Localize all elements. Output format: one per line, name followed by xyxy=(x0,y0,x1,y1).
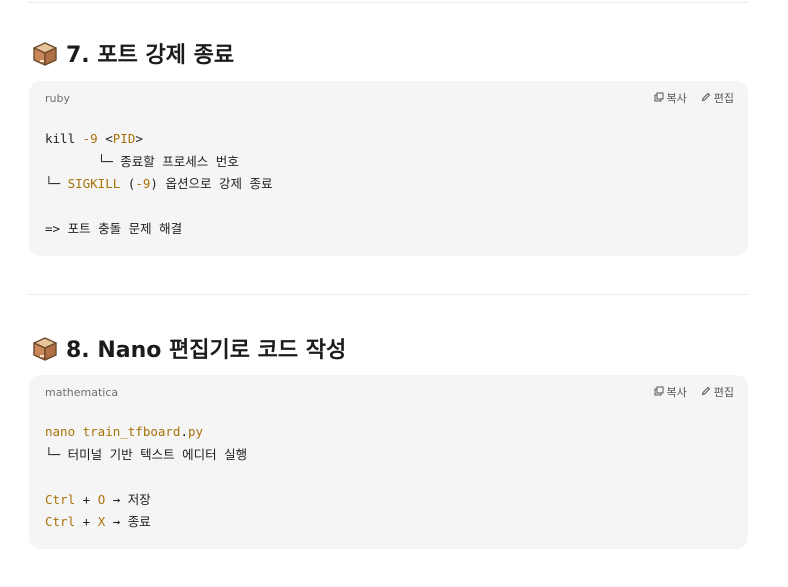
code-token: └─ xyxy=(45,176,68,191)
code-block: mathematica 복사 편집 nano train_tfboard.py └… xyxy=(29,375,748,549)
code-token: => 포트 충돌 문제 해결 xyxy=(45,221,183,236)
top-divider xyxy=(28,2,748,3)
code-actions: 복사 편집 xyxy=(654,90,734,106)
section-divider xyxy=(28,294,748,295)
code-token: Ctrl xyxy=(45,514,76,529)
code-token: ) 옵션으로 강제 종료 xyxy=(150,176,273,191)
code-token: -9 xyxy=(135,176,151,191)
edit-label: 편집 xyxy=(713,92,734,105)
code-token: + xyxy=(75,514,98,529)
package-box-icon xyxy=(31,335,58,362)
code-token: < xyxy=(97,131,113,146)
section-8-heading: 8. Nano 편집기로 코드 작성 xyxy=(31,332,346,364)
edit-button[interactable]: 편집 xyxy=(701,384,734,400)
code-token: SIGKILL xyxy=(67,176,121,191)
code-token: → 종료 xyxy=(105,514,151,529)
section-title: 7. 포트 강제 종료 xyxy=(66,43,235,68)
pencil-icon xyxy=(701,386,711,399)
code-content: nano train_tfboard.py └─ 터미널 기반 텍스트 에디터 실… xyxy=(45,421,247,534)
code-token: └─ 터미널 기반 텍스트 에디터 실행 xyxy=(45,446,248,462)
copy-button[interactable]: 복사 xyxy=(654,384,687,400)
code-actions: 복사 편집 xyxy=(654,384,734,400)
code-language-label: ruby xyxy=(45,92,70,105)
code-line: => 포트 충돌 문제 해결 xyxy=(45,218,273,241)
code-line: nano train_tfboard.py xyxy=(45,421,247,444)
pencil-icon xyxy=(701,92,711,105)
code-token: → 저장 xyxy=(105,491,151,507)
package-box-icon xyxy=(31,40,58,67)
edit-button[interactable]: 편집 xyxy=(701,90,734,106)
code-token: + xyxy=(75,491,98,507)
code-line: Ctrl + O → 저장 xyxy=(45,489,247,512)
code-line: Ctrl + X → 종료 xyxy=(45,511,247,534)
code-token: > xyxy=(135,131,143,146)
code-token: PID xyxy=(112,131,136,146)
code-token: kill xyxy=(45,131,83,146)
section-title: 8. Nano 편집기로 코드 작성 xyxy=(66,338,347,363)
code-block: ruby 복사 편집 kill -9 <PID> └─ 종료할 프로세스 번호 └… xyxy=(29,81,748,256)
code-content: kill -9 <PID> └─ 종료할 프로세스 번호 └─ SIGKILL (… xyxy=(45,128,273,241)
copy-label: 복사 xyxy=(666,386,687,399)
copy-icon xyxy=(654,386,664,399)
code-token: . xyxy=(180,424,188,439)
code-line: └─ 종료할 프로세스 번호 xyxy=(45,151,273,174)
code-token: nano train_tfboard xyxy=(45,424,181,439)
code-line: └─ 터미널 기반 텍스트 에디터 실행 xyxy=(45,444,247,467)
copy-label: 복사 xyxy=(666,92,687,105)
copy-button[interactable]: 복사 xyxy=(654,90,687,106)
section-7-heading: 7. 포트 강제 종료 xyxy=(31,37,234,69)
code-token: py xyxy=(188,424,204,439)
code-line: kill -9 <PID> xyxy=(45,128,273,151)
code-token: Ctrl xyxy=(45,491,76,507)
edit-label: 편집 xyxy=(713,386,734,399)
code-token: └─ 종료할 프로세스 번호 xyxy=(45,153,239,169)
code-line: └─ SIGKILL (-9) 옵션으로 강제 종료 xyxy=(45,173,273,196)
code-token: -9 xyxy=(82,131,98,146)
code-token: ( xyxy=(120,176,136,191)
code-language-label: mathematica xyxy=(45,386,119,399)
copy-icon xyxy=(654,92,664,105)
